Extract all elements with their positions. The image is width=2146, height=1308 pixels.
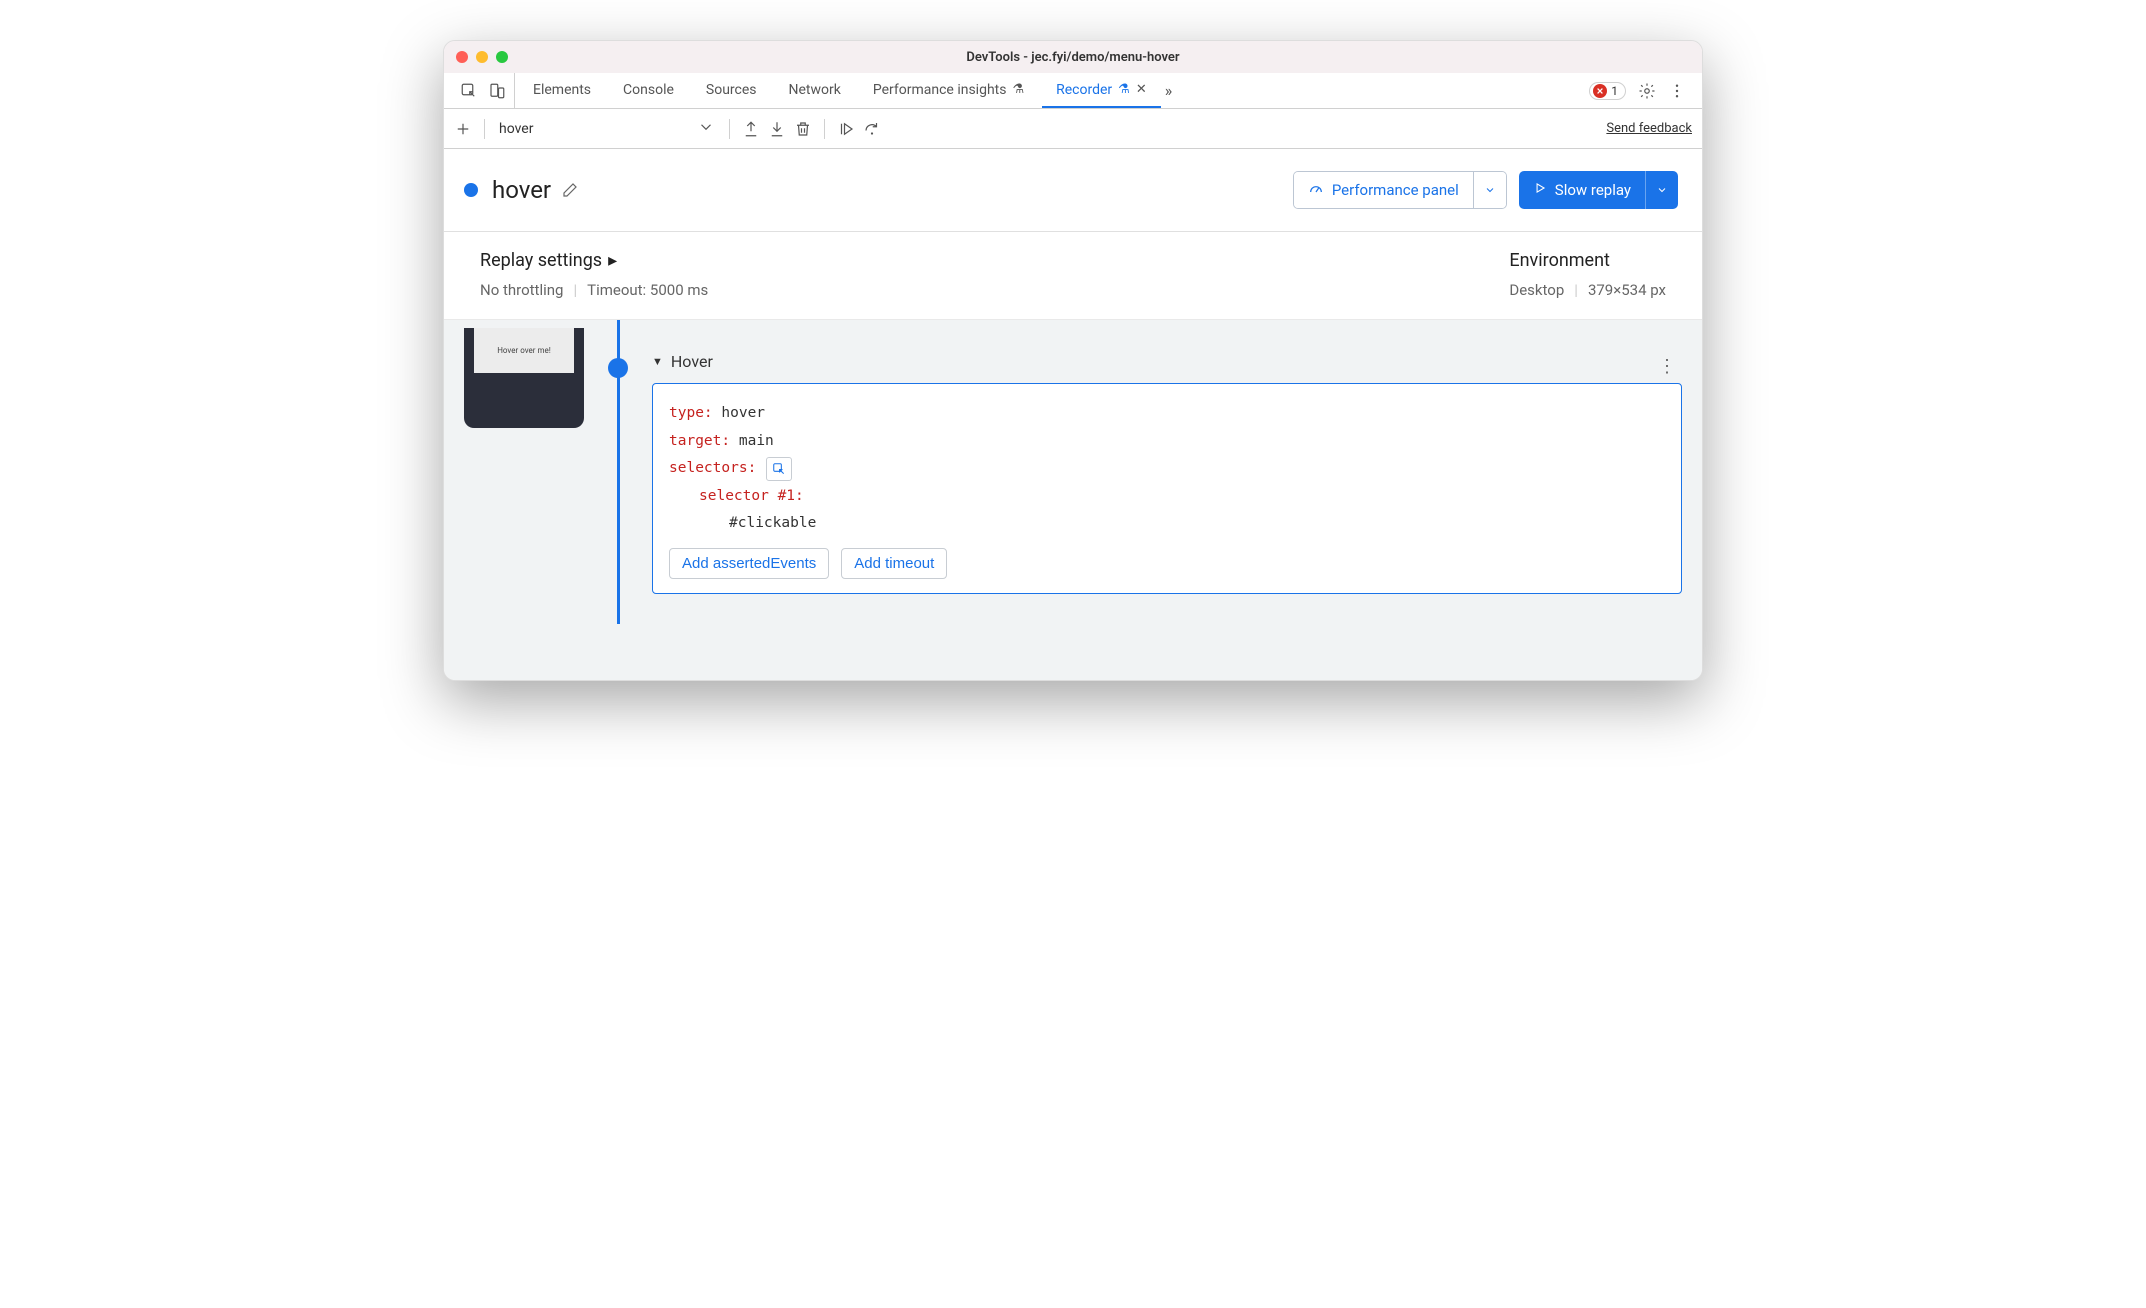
minimize-window-button[interactable] <box>476 51 488 63</box>
error-count-badge[interactable]: 1 <box>1589 82 1626 100</box>
add-timeout-button[interactable]: Add timeout <box>841 548 947 579</box>
device-toolbar-icon[interactable] <box>488 82 506 100</box>
recorder-toolbar: hover Send feedback <box>444 109 1702 149</box>
play-icon <box>1533 181 1547 199</box>
step-kebab-menu-icon[interactable]: ⋮ <box>1658 356 1676 377</box>
recording-header: hover Performance panel <box>444 149 1702 232</box>
selector-label-row[interactable]: selector #1: <box>669 483 1665 511</box>
step-over-icon[interactable] <box>863 120 881 138</box>
new-recording-icon[interactable] <box>454 120 472 138</box>
performance-panel-dropdown[interactable] <box>1473 172 1506 208</box>
export-icon[interactable] <box>742 120 760 138</box>
settings-title-label: Replay settings <box>480 250 602 271</box>
titlebar: DevTools - jec.fyi/demo/menu-hover <box>444 41 1702 73</box>
step-marker[interactable] <box>608 358 628 378</box>
separator: | <box>1574 281 1578 299</box>
tab-sources[interactable]: Sources <box>692 73 771 108</box>
key: selector #1 <box>699 488 795 504</box>
step-details-card: type: hover target: main selectors: sele… <box>652 383 1682 594</box>
collapse-triangle-icon: ▼ <box>652 355 663 368</box>
throttling-value: No throttling <box>480 281 563 299</box>
environment-meta: Desktop | 379×534 px <box>1509 281 1666 299</box>
close-window-button[interactable] <box>456 51 468 63</box>
inspect-element-icon[interactable] <box>460 82 478 100</box>
replay-settings-bar: Replay settings ▸ No throttling | Timeou… <box>444 232 1702 320</box>
tab-network[interactable]: Network <box>775 73 855 108</box>
button-label: Slow replay <box>1555 181 1631 199</box>
replay-settings-meta: No throttling | Timeout: 5000 ms <box>480 281 708 299</box>
step-target-row[interactable]: target: main <box>669 428 1665 456</box>
button-label: Performance panel <box>1332 181 1459 199</box>
replay-speed-dropdown[interactable] <box>1645 171 1678 209</box>
experiment-flask-icon: ⚗ <box>1012 82 1024 97</box>
recording-title: hover <box>492 176 551 204</box>
value: main <box>739 433 774 449</box>
import-icon[interactable] <box>768 120 786 138</box>
close-tab-icon[interactable]: ✕ <box>1136 82 1147 97</box>
selector-value-row[interactable]: #clickable <box>669 510 1665 538</box>
chevron-right-icon: ▸ <box>608 250 617 271</box>
step-title: Hover <box>671 352 713 371</box>
step-preview-thumbnail[interactable]: Hover over me! <box>464 328 584 428</box>
error-icon <box>1593 84 1607 98</box>
separator <box>824 119 825 139</box>
tab-performance-insights[interactable]: Performance insights ⚗ <box>859 73 1038 108</box>
device-value: Desktop <box>1509 281 1564 299</box>
key: selectors <box>669 460 748 476</box>
separator <box>729 119 730 139</box>
performance-panel-button[interactable]: Performance panel <box>1293 171 1507 209</box>
chevron-down-icon <box>697 118 715 140</box>
tab-label: Console <box>623 82 674 98</box>
tab-label: Sources <box>706 82 757 98</box>
value: #clickable <box>729 515 816 531</box>
element-picker-icon[interactable] <box>766 457 792 481</box>
recording-selector-value: hover <box>499 121 533 137</box>
settings-gear-icon[interactable] <box>1638 82 1656 100</box>
key: target <box>669 433 721 449</box>
add-asserted-events-button[interactable]: Add assertedEvents <box>669 548 829 579</box>
more-tabs-icon[interactable]: » <box>1165 81 1173 100</box>
tab-elements[interactable]: Elements <box>519 73 605 108</box>
key: type <box>669 405 704 421</box>
preview-content: Hover over me! <box>474 328 574 373</box>
timeout-value: Timeout: 5000 ms <box>587 281 708 299</box>
send-feedback-link[interactable]: Send feedback <box>1606 121 1692 136</box>
tab-label: Recorder <box>1056 82 1112 98</box>
dimensions-value: 379×534 px <box>1588 281 1666 299</box>
separator: | <box>573 281 577 299</box>
error-count: 1 <box>1611 84 1618 98</box>
timeline: Hover over me! ▼ Hover ⋮ type: hover <box>444 320 1702 680</box>
step-type-row[interactable]: type: hover <box>669 400 1665 428</box>
panel-tabs: Elements Console Sources Network Perform… <box>444 73 1702 109</box>
replay-settings-toggle[interactable]: Replay settings ▸ <box>480 250 708 271</box>
tab-label: Elements <box>533 82 591 98</box>
maximize-window-button[interactable] <box>496 51 508 63</box>
experiment-flask-icon: ⚗ <box>1118 82 1130 97</box>
devtools-window: DevTools - jec.fyi/demo/menu-hover Eleme… <box>443 40 1703 681</box>
separator <box>484 119 485 139</box>
step-selectors-row: selectors: <box>669 455 1665 483</box>
delete-icon[interactable] <box>794 120 812 138</box>
tab-label: Performance insights <box>873 82 1007 98</box>
value: hover <box>721 405 765 421</box>
step-header[interactable]: ▼ Hover <box>652 352 1682 383</box>
tab-console[interactable]: Console <box>609 73 688 108</box>
kebab-menu-icon[interactable] <box>1668 82 1686 100</box>
tab-label: Network <box>789 82 841 98</box>
tab-recorder[interactable]: Recorder ⚗ ✕ <box>1042 73 1161 108</box>
step-play-icon[interactable] <box>837 120 855 138</box>
gauge-icon <box>1308 180 1324 200</box>
slow-replay-button[interactable]: Slow replay <box>1519 171 1678 209</box>
window-title: DevTools - jec.fyi/demo/menu-hover <box>444 50 1702 65</box>
recording-selector[interactable]: hover <box>497 116 717 142</box>
environment-title: Environment <box>1509 250 1610 271</box>
traffic-lights <box>456 51 508 63</box>
edit-title-icon[interactable] <box>561 181 579 199</box>
recording-status-dot <box>464 183 478 197</box>
timeline-rail <box>608 320 628 594</box>
